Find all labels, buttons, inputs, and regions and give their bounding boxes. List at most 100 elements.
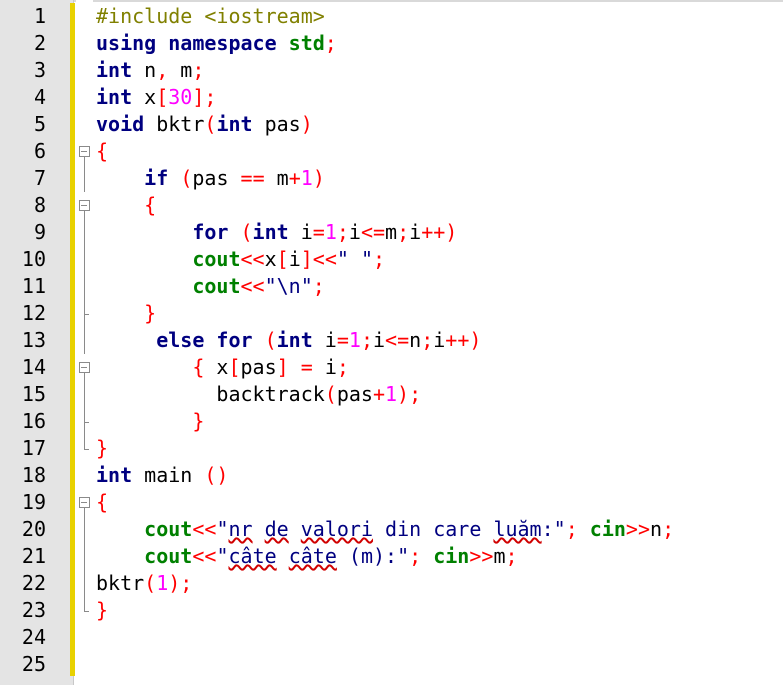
code-token: ; (324, 31, 337, 55)
code-token: (m):" (336, 544, 410, 568)
code-token: ]; (192, 85, 217, 109)
code-token: i (312, 328, 337, 352)
code-token: luăm (493, 517, 542, 541)
code-line[interactable]: 25 (0, 651, 783, 678)
code-line[interactable]: 21 cout<<"câte câte (m):"; cin>>m; (0, 543, 783, 570)
code-line[interactable]: 4 int x[30]; (0, 84, 783, 111)
code-token: i (348, 220, 361, 244)
code-token: m (493, 544, 506, 568)
code-token: " (216, 517, 229, 541)
code-line[interactable]: 13 else for (int i=1;i<=n;i++) (0, 327, 783, 354)
code-token: n (409, 328, 422, 352)
code-line[interactable]: 6{ (0, 138, 783, 165)
code-area[interactable]: 1 #include <iostream> 2 using namespace std… (0, 3, 783, 678)
code-token: [ (156, 85, 169, 109)
code-token: ; (336, 220, 349, 244)
code-token: câte (228, 544, 277, 568)
code-token: ; (192, 58, 205, 82)
code-text: cout<<"câte câte (m):"; cin>>m; (96, 543, 518, 570)
code-text: for (int i=1;i<=m;i++) (96, 219, 457, 246)
fold-line-icon (79, 516, 90, 543)
code-line[interactable]: 7 if (pas == m+1) (0, 165, 783, 192)
line-number: 15 (21, 382, 46, 406)
code-line[interactable]: 5 void bktr(int pas) (0, 111, 783, 138)
code-text: { x[pas] = i; (96, 354, 349, 381)
code-token: pas (252, 112, 301, 136)
code-token: backtrack (96, 382, 325, 406)
code-line[interactable]: 9 for (int i=1;i<=m;i++) (0, 219, 783, 246)
line-number: 5 (33, 112, 46, 136)
code-token: bktr (144, 112, 205, 136)
code-line[interactable]: 11 cout<<"\n"; (0, 273, 783, 300)
code-editor[interactable]: 1 #include <iostream> 2 using namespace std… (0, 0, 783, 685)
code-token: ) (312, 166, 325, 190)
code-token: ( (240, 220, 253, 244)
code-token: int (252, 220, 289, 244)
code-token: int (96, 58, 133, 82)
code-line[interactable]: 15 backtrack(pas+1); (0, 381, 783, 408)
code-token: x (132, 85, 157, 109)
code-token: = (300, 355, 313, 379)
code-token: m (168, 58, 193, 82)
code-token: ; (662, 517, 675, 541)
code-line[interactable]: 17} (0, 435, 783, 462)
code-line[interactable]: 8 { (0, 192, 783, 219)
code-line[interactable]: 18 int main () (0, 462, 783, 489)
code-line[interactable]: 12 } (0, 300, 783, 327)
code-line[interactable]: 10 cout<<x[i]<<" "; (0, 246, 783, 273)
code-token: if (144, 166, 169, 190)
fold-toggle-icon[interactable] (79, 138, 90, 165)
code-token: i (288, 220, 313, 244)
code-token: ( (204, 112, 217, 136)
code-line[interactable]: 1 #include <iostream> (0, 3, 783, 30)
code-token: i (312, 355, 337, 379)
code-line[interactable]: 23} (0, 597, 783, 624)
code-text: cout<<"\n"; (96, 273, 324, 300)
code-token: 1 (348, 328, 361, 352)
code-text: else for (int i=1;i<=n;i++) (96, 327, 481, 354)
code-token: ; (505, 544, 518, 568)
code-line[interactable]: 3 int n, m; (0, 57, 783, 84)
code-token: for (192, 220, 229, 244)
code-token: ; (397, 220, 410, 244)
code-token: } (96, 598, 109, 622)
code-token: cout (144, 517, 193, 541)
code-token: = (336, 328, 349, 352)
line-number: 24 (21, 625, 46, 649)
code-line[interactable]: 19 { (0, 489, 783, 516)
line-number: 11 (21, 274, 46, 298)
code-token: din care (373, 517, 494, 541)
code-text: cout<<x[i]<<" "; (96, 246, 385, 273)
code-text: } (96, 435, 108, 462)
code-token: cin (433, 544, 470, 568)
fold-line-icon (79, 327, 90, 354)
code-token: void (96, 112, 145, 136)
code-token: de (264, 517, 289, 541)
editor-top-border (0, 0, 783, 2)
fold-end-icon (79, 435, 90, 462)
code-token: pas (192, 166, 241, 190)
fold-line-icon (79, 381, 90, 408)
code-line[interactable]: 14 { x[pas] = i; (0, 354, 783, 381)
code-token: << (192, 517, 217, 541)
code-line[interactable]: 2 using namespace std; (0, 30, 783, 57)
fold-toggle-icon[interactable] (79, 192, 90, 219)
code-line[interactable]: 22 bktr(1); (0, 570, 783, 597)
fold-toggle-icon[interactable] (79, 489, 90, 516)
line-number: 21 (21, 544, 46, 568)
code-token: ; (421, 328, 434, 352)
code-line[interactable]: 20 cout<<"nr de valori din care luăm:"; … (0, 516, 783, 543)
code-token: ; (336, 355, 349, 379)
line-number: 1 (33, 4, 46, 28)
line-number: 2 (33, 31, 46, 55)
code-line[interactable]: 16 } (0, 408, 783, 435)
code-line[interactable]: 24 (0, 624, 783, 651)
code-token: { (96, 490, 109, 514)
code-token: ++) (421, 220, 458, 244)
fold-toggle-icon[interactable] (79, 354, 90, 381)
